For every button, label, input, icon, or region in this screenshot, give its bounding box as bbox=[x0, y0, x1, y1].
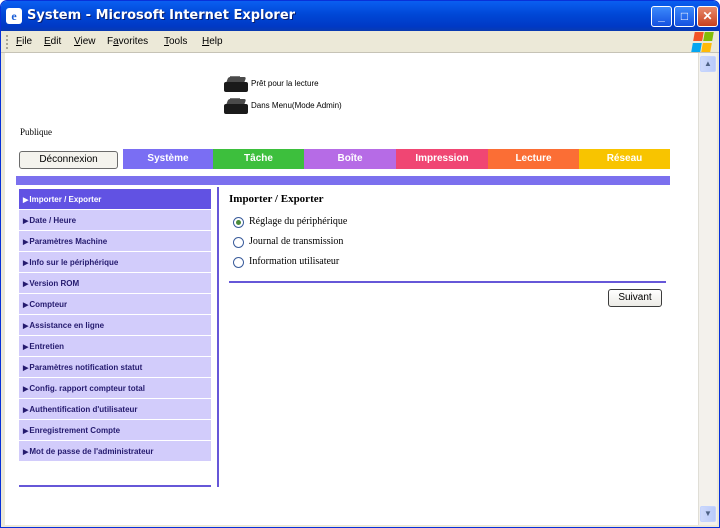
triangle-right-icon: ▶ bbox=[23, 428, 29, 435]
menu-tools[interactable]: Tools bbox=[164, 36, 187, 47]
option-information-utilisateur[interactable]: Information utilisateur bbox=[229, 253, 671, 273]
window-title: System - Microsoft Internet Explorer bbox=[27, 8, 296, 23]
page-title: Importer / Exporter bbox=[229, 193, 324, 205]
tab-boite[interactable]: Boîte bbox=[304, 149, 396, 169]
sidebar-item-importer-exporter[interactable]: ▶Importer / Exporter bbox=[19, 189, 211, 210]
triangle-right-icon: ▶ bbox=[23, 323, 29, 330]
sidebar-item-version-rom[interactable]: ▶Version ROM bbox=[19, 273, 211, 294]
triangle-right-icon: ▶ bbox=[23, 407, 29, 414]
title-bar[interactable]: e System - Microsoft Internet Explorer _… bbox=[1, 1, 719, 31]
triangle-right-icon: ▶ bbox=[23, 365, 29, 372]
user-type-label: Publique bbox=[20, 127, 53, 137]
windows-logo-icon bbox=[691, 32, 715, 52]
tab-tache[interactable]: Tâche bbox=[213, 149, 304, 169]
menu-view[interactable]: View bbox=[74, 36, 96, 47]
status-ready-row: Prêt pour la lecture bbox=[221, 75, 421, 97]
triangle-right-icon: ▶ bbox=[23, 449, 29, 456]
status-ready-text: Prêt pour la lecture bbox=[251, 79, 319, 88]
radio-button-selected[interactable] bbox=[233, 217, 244, 228]
menu-edit[interactable]: Edit bbox=[44, 36, 61, 47]
sidebar-item-authentification[interactable]: ▶Authentification d'utilisateur bbox=[19, 399, 211, 420]
radio-button[interactable] bbox=[233, 257, 244, 268]
triangle-right-icon: ▶ bbox=[23, 197, 29, 204]
main-tabs: Déconnexion Système Tâche Boîte Impressi… bbox=[16, 149, 681, 169]
menu-bar: File Edit View Favorites Tools Help bbox=[1, 31, 719, 53]
device-status: Prêt pour la lecture Dans Menu(Mode Admi… bbox=[221, 75, 421, 119]
sidebar: ▶Importer / Exporter ▶Date / Heure ▶Para… bbox=[19, 189, 211, 487]
tab-lecture[interactable]: Lecture bbox=[488, 149, 579, 169]
triangle-right-icon: ▶ bbox=[23, 260, 29, 267]
sidebar-item-parametres-machine[interactable]: ▶Paramètres Machine bbox=[19, 231, 211, 252]
scroll-down-icon[interactable]: ▼ bbox=[700, 506, 716, 522]
status-mode-row: Dans Menu(Mode Admin) bbox=[221, 97, 421, 119]
sidebar-item-date-heure[interactable]: ▶Date / Heure bbox=[19, 210, 211, 231]
scroll-up-icon[interactable]: ▲ bbox=[700, 56, 716, 72]
printer-icon bbox=[221, 76, 249, 92]
radio-button[interactable] bbox=[233, 237, 244, 248]
tab-underline-bar bbox=[16, 176, 670, 185]
browser-window: e System - Microsoft Internet Explorer _… bbox=[0, 0, 720, 528]
toolbar-grip bbox=[6, 35, 9, 49]
triangle-right-icon: ▶ bbox=[23, 386, 29, 393]
menu-help[interactable]: Help bbox=[202, 36, 223, 47]
printer-icon bbox=[221, 98, 249, 114]
vertical-scrollbar[interactable]: ▲ ▼ bbox=[698, 53, 717, 525]
sidebar-item-info-peripherique[interactable]: ▶Info sur le périphérique bbox=[19, 252, 211, 273]
menu-file[interactable]: File bbox=[16, 36, 32, 47]
triangle-right-icon: ▶ bbox=[23, 281, 29, 288]
status-mode-text: Dans Menu(Mode Admin) bbox=[251, 101, 342, 110]
option-reglage-peripherique[interactable]: Réglage du périphérique bbox=[229, 213, 671, 233]
sidebar-item-rapport-compteur[interactable]: ▶Config. rapport compteur total bbox=[19, 378, 211, 399]
triangle-right-icon: ▶ bbox=[23, 218, 29, 225]
next-button[interactable]: Suivant bbox=[608, 289, 662, 307]
main-panel: Importer / Exporter Réglage du périphéri… bbox=[229, 187, 671, 307]
column-divider bbox=[217, 187, 219, 487]
minimize-button[interactable]: _ bbox=[651, 6, 672, 27]
ie-icon: e bbox=[6, 8, 22, 24]
menu-favorites[interactable]: Favorites bbox=[107, 36, 148, 47]
option-journal-transmission[interactable]: Journal de transmission bbox=[229, 233, 671, 253]
tab-systeme[interactable]: Système bbox=[123, 149, 213, 169]
sidebar-item-notification-statut[interactable]: ▶Paramètres notification statut bbox=[19, 357, 211, 378]
sidebar-item-mot-de-passe-admin[interactable]: ▶Mot de passe de l'administrateur bbox=[19, 441, 211, 462]
sidebar-item-compteur[interactable]: ▶Compteur bbox=[19, 294, 211, 315]
sidebar-item-entretien[interactable]: ▶Entretien bbox=[19, 336, 211, 357]
sidebar-item-enregistrement-compte[interactable]: ▶Enregistrement Compte bbox=[19, 420, 211, 441]
triangle-right-icon: ▶ bbox=[23, 302, 29, 309]
page-content: Prêt pour la lecture Dans Menu(Mode Admi… bbox=[5, 53, 698, 525]
maximize-button[interactable]: □ bbox=[674, 6, 695, 27]
panel-divider bbox=[229, 281, 666, 283]
logout-button[interactable]: Déconnexion bbox=[19, 151, 118, 169]
triangle-right-icon: ▶ bbox=[23, 239, 29, 246]
tab-reseau[interactable]: Réseau bbox=[579, 149, 670, 169]
sidebar-item-assistance[interactable]: ▶Assistance en ligne bbox=[19, 315, 211, 336]
tab-impression[interactable]: Impression bbox=[396, 149, 488, 169]
triangle-right-icon: ▶ bbox=[23, 344, 29, 351]
close-button[interactable]: ✕ bbox=[697, 6, 718, 27]
